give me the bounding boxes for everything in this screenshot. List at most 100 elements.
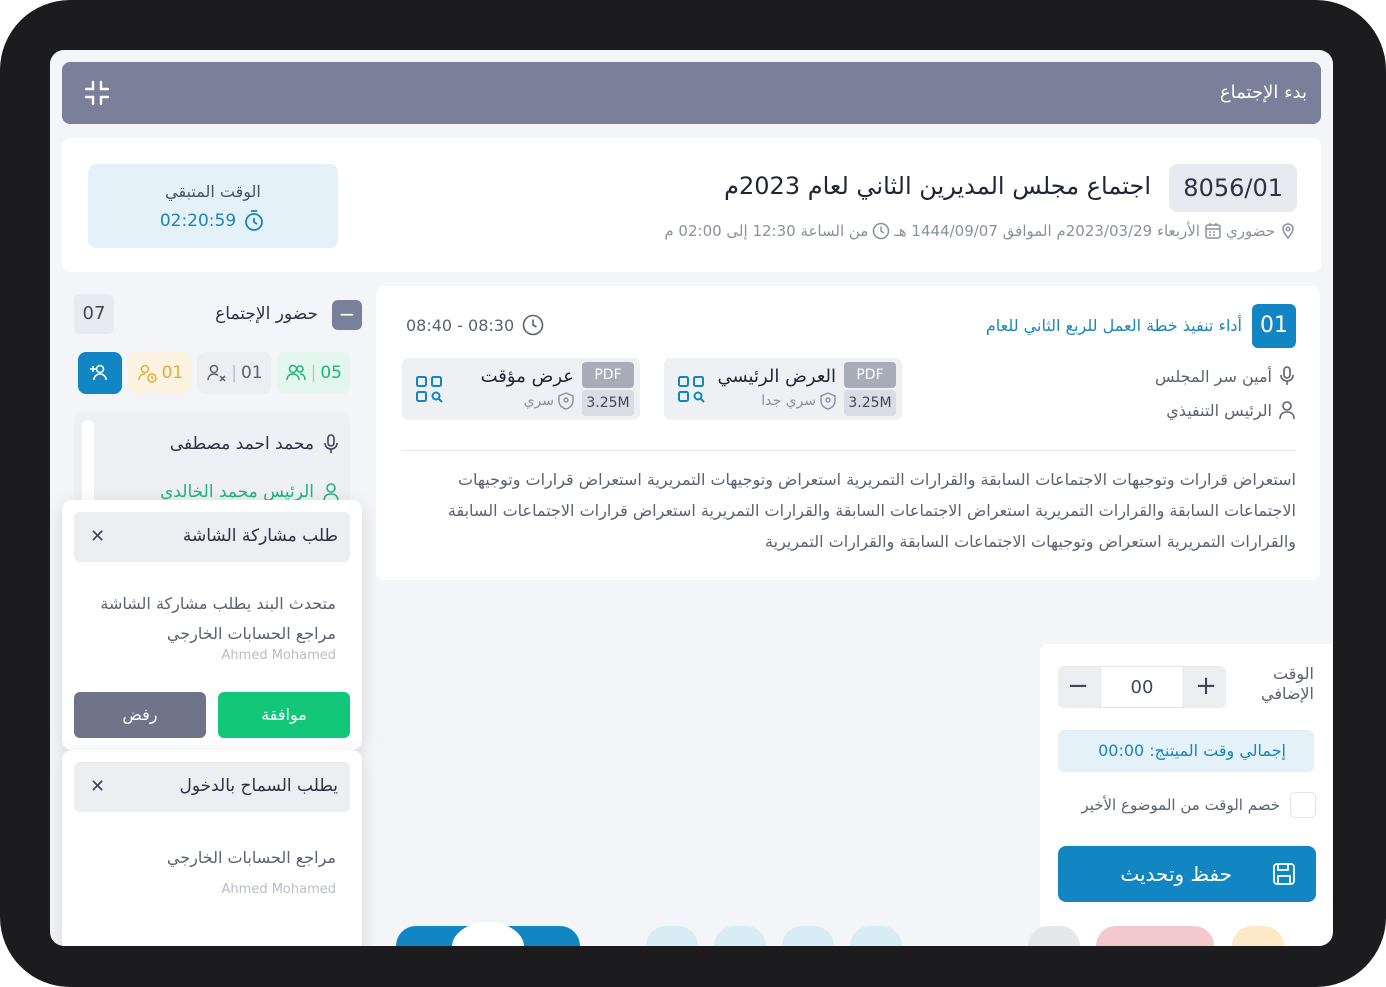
attendee-name: محمد احمد مصطفى bbox=[169, 434, 314, 454]
toolbar-button[interactable] bbox=[850, 926, 902, 946]
meeting-id: 8056/01 bbox=[1169, 164, 1297, 212]
mic-toggle-pill[interactable] bbox=[396, 922, 580, 946]
meeting-meta: حضوري الأربعاء 2023/03/29م الموافق 1444/… bbox=[664, 222, 1297, 240]
attendee-name: الرئيس محمد الخالدي bbox=[160, 482, 314, 502]
remaining-time-value: 02:20:59 bbox=[159, 211, 237, 231]
end-meeting-button[interactable] bbox=[1096, 926, 1214, 946]
agenda-item-number: 01 bbox=[1252, 304, 1296, 348]
clock-icon bbox=[522, 314, 544, 336]
screen-share-request-popup: طلب مشاركة الشاشة ✕ متحدث البند يطلب مشا… bbox=[62, 500, 362, 750]
agenda-item-title[interactable]: أداء تنفيذ خطة العمل للربع الثاني للعام bbox=[986, 316, 1242, 335]
close-icon[interactable]: ✕ bbox=[90, 526, 105, 547]
collapse-icon[interactable] bbox=[84, 80, 110, 106]
pending-chip[interactable]: 01 bbox=[127, 352, 192, 394]
agenda-item-time: 08:40 - 08:30 bbox=[406, 314, 544, 336]
file-classification: سري bbox=[524, 392, 574, 410]
pending-count: 01 bbox=[161, 363, 184, 383]
meeting-time: من الساعة 12:30 إلى 02:00 م bbox=[664, 222, 869, 240]
file-type-badge: PDF bbox=[844, 362, 896, 388]
user-add-icon bbox=[89, 364, 107, 381]
present-chip[interactable]: | 05 bbox=[276, 352, 350, 394]
app-screen: بدء الإجتماع 8056/01 اجتماع مجلس المديري… bbox=[50, 50, 1333, 946]
divider bbox=[402, 450, 1296, 451]
agenda-owner: الرئيس التنفيذي bbox=[1166, 400, 1296, 420]
calendar-icon bbox=[1205, 223, 1221, 239]
microphone-icon bbox=[1280, 366, 1294, 385]
present-count: 05 bbox=[320, 363, 342, 383]
decrement-button[interactable]: − bbox=[1058, 666, 1098, 708]
toolbar-button[interactable] bbox=[714, 926, 766, 946]
attendee-list: محمد احمد مصطفى الرئيس محمد الخالدي bbox=[74, 412, 350, 512]
extra-time-input[interactable]: 00 bbox=[1100, 666, 1184, 708]
agenda-description: استعراض قرارات وتوجيهات الاجتماعات الساب… bbox=[447, 470, 1296, 551]
attendance-stats: | 05 | 01 01 bbox=[74, 352, 350, 396]
clock-icon bbox=[873, 222, 890, 240]
absent-chip[interactable]: | 01 bbox=[197, 352, 271, 394]
file-level: سري جدا bbox=[761, 393, 816, 409]
attendee-item[interactable]: محمد احمد مصطفى bbox=[170, 434, 340, 454]
file-size: 3.25M bbox=[582, 390, 634, 416]
attendance-title: حضور الإجتماع bbox=[215, 304, 318, 324]
popup-header: طلب مشاركة الشاشة ✕ bbox=[74, 512, 350, 562]
remaining-time: 02:20:59 bbox=[88, 209, 338, 233]
collapse-attendance-button[interactable]: − bbox=[332, 300, 362, 330]
entry-request-popup: يطلب السماح بالدخول ✕ مراجع الحسابات الخ… bbox=[62, 750, 362, 946]
popup-title: يطلب السماح بالدخول bbox=[179, 776, 338, 796]
file-card[interactable]: PDF 3.25M عرض مؤقت سري bbox=[402, 358, 640, 420]
save-update-button[interactable]: حفظ وتحديث bbox=[1058, 846, 1316, 902]
file-size: 3.25M bbox=[844, 390, 896, 416]
mic-toggle-knob[interactable] bbox=[452, 922, 524, 946]
owner-name: الرئيس التنفيذي bbox=[1166, 400, 1272, 420]
deduct-time-checkbox[interactable] bbox=[1290, 792, 1316, 818]
request-message: متحدث البند يطلب مشاركة الشاشة bbox=[100, 594, 336, 613]
file-level: سري bbox=[523, 393, 554, 409]
meeting-date: الأربعاء 2023/03/29م الموافق 1444/09/07 … bbox=[894, 222, 1200, 240]
users-icon bbox=[285, 364, 306, 381]
attendee-item[interactable]: الرئيس محمد الخالدي bbox=[160, 482, 340, 502]
toolbar-button[interactable] bbox=[646, 926, 698, 946]
extra-time-stepper: − 00 + bbox=[1058, 666, 1226, 708]
file-classification: سري جدا bbox=[761, 392, 836, 410]
file-card[interactable]: PDF 3.25M العرض الرئيسي سري جدا bbox=[664, 358, 902, 420]
increment-button[interactable]: + bbox=[1186, 666, 1226, 708]
tablet-frame: بدء الإجتماع 8056/01 اجتماع مجلس المديري… bbox=[0, 0, 1386, 987]
shield-icon bbox=[558, 392, 574, 410]
extra-time-label: الوقت الإضافي bbox=[1260, 664, 1314, 703]
qr-code-icon[interactable] bbox=[674, 372, 708, 406]
toolbar-button[interactable] bbox=[1232, 926, 1284, 946]
popup-header: يطلب السماح بالدخول ✕ bbox=[74, 762, 350, 812]
deduct-time-label: خصم الوقت من الموضوع الأخير bbox=[1081, 796, 1280, 814]
popup-title: طلب مشاركة الشاشة bbox=[182, 526, 338, 546]
file-name: العرض الرئيسي bbox=[717, 366, 836, 387]
top-bar: بدء الإجتماع bbox=[62, 62, 1321, 124]
location-icon bbox=[1282, 223, 1294, 240]
requester-name: Ahmed Mohamed bbox=[221, 882, 336, 897]
total-meeting-time: إجمالي وقت الميتنج: 00:00 bbox=[1058, 730, 1314, 772]
user-clock-icon bbox=[137, 364, 157, 383]
attendance-count: 07 bbox=[74, 294, 114, 334]
save-update-label: حفظ وتحديث bbox=[1120, 862, 1232, 886]
reject-button[interactable]: رفض bbox=[74, 692, 206, 738]
agenda-presenter: أمين سر المجلس bbox=[1155, 366, 1296, 386]
add-attendee-button[interactable] bbox=[77, 352, 122, 394]
toolbar-button[interactable] bbox=[782, 926, 834, 946]
requester-name: Ahmed Mohamed bbox=[221, 648, 336, 663]
meeting-header: 8056/01 اجتماع مجلس المديرين الثاني لعام… bbox=[62, 138, 1321, 272]
remaining-time-box: الوقت المتبقي 02:20:59 bbox=[88, 164, 338, 248]
agenda-item-card: 01 أداء تنفيذ خطة العمل للربع الثاني للع… bbox=[376, 286, 1320, 580]
toolbar-button[interactable] bbox=[1028, 926, 1080, 946]
file-type-badge: PDF bbox=[582, 362, 634, 388]
bottom-toolbar bbox=[390, 920, 1290, 946]
presenter-name: أمين سر المجلس bbox=[1154, 366, 1272, 386]
timer-icon bbox=[245, 210, 264, 231]
save-icon bbox=[1273, 863, 1295, 885]
deduct-time-option: خصم الوقت من الموضوع الأخير bbox=[1081, 792, 1316, 818]
requester-role: مراجع الحسابات الخارجي bbox=[166, 624, 336, 643]
requester-role: مراجع الحسابات الخارجي bbox=[166, 848, 336, 867]
accept-button[interactable]: موافقة bbox=[218, 692, 350, 738]
meeting-location: حضوري bbox=[1225, 222, 1275, 240]
close-icon[interactable]: ✕ bbox=[90, 776, 105, 797]
attendee-scrollbar[interactable] bbox=[82, 420, 94, 504]
qr-code-icon[interactable] bbox=[412, 372, 446, 406]
user-remove-icon bbox=[207, 364, 226, 382]
